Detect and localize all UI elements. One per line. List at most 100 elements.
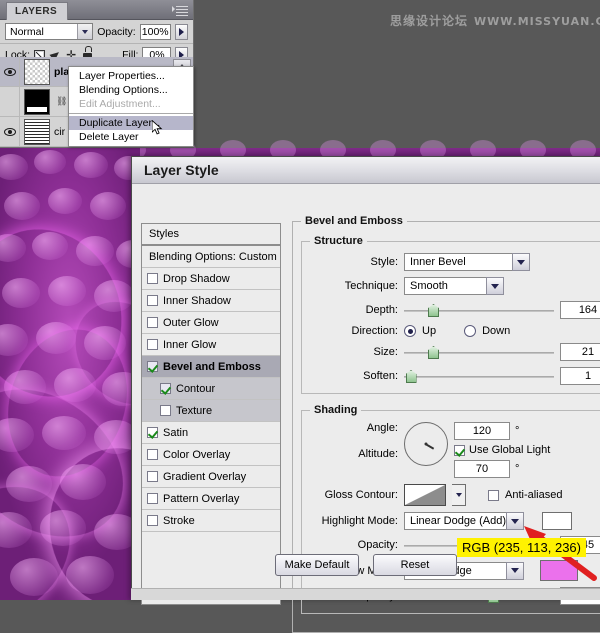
radio-direction-down[interactable] <box>464 325 476 337</box>
slider-knob[interactable] <box>406 370 417 383</box>
layer-thumbnail[interactable] <box>24 89 50 115</box>
style-label: Inner Glow <box>163 339 216 351</box>
technique-select[interactable]: Smooth <box>404 277 504 295</box>
styles-blending-options[interactable]: Blending Options: Custom <box>142 246 280 268</box>
menu-item-blending-options[interactable]: Blending Options... <box>69 83 193 97</box>
checkbox-inner-glow[interactable] <box>147 339 158 350</box>
styles-list-panel: Styles Blending Options: Custom Drop Sha… <box>141 223 281 605</box>
checkbox-inner-shadow[interactable] <box>147 295 158 306</box>
size-slider[interactable] <box>404 343 554 361</box>
chevron-down-icon[interactable] <box>512 253 530 271</box>
slider-track <box>404 376 554 378</box>
menu-item-duplicate-layer[interactable]: Duplicate Layer... <box>69 116 193 130</box>
size-value[interactable]: 21 <box>560 343 600 361</box>
checkbox-anti-aliased[interactable] <box>488 490 499 501</box>
layer-visibility-eye-icon[interactable] <box>0 57 20 87</box>
style-item-bevel-and-emboss[interactable]: Bevel and Emboss <box>142 356 280 378</box>
layer-thumbnail[interactable] <box>24 119 50 145</box>
style-label: Outer Glow <box>163 317 219 329</box>
layer-context-menu: Layer Properties... Blending Options... … <box>68 66 194 147</box>
opacity-value[interactable]: 100% <box>140 24 171 40</box>
panel-menu-icon[interactable] <box>172 4 188 15</box>
size-row: Size: 21 px <box>310 343 600 361</box>
blend-mode-select[interactable]: Normal <box>5 23 93 40</box>
size-label: Size: <box>310 346 398 358</box>
style-item-stroke[interactable]: Stroke <box>142 510 280 532</box>
canvas-artwork <box>0 148 140 600</box>
reset-button[interactable]: Reset <box>373 554 457 576</box>
direction-up-label: Up <box>422 325 436 337</box>
style-item-texture[interactable]: Texture <box>142 400 280 422</box>
direction-label: Direction: <box>310 325 398 337</box>
menu-item-delete-layer[interactable]: Delete Layer <box>69 130 193 144</box>
checkbox-pattern-overlay[interactable] <box>147 493 158 504</box>
style-item-outer-glow[interactable]: Outer Glow <box>142 312 280 334</box>
style-label: Style: <box>310 256 398 268</box>
dialog-title: Layer Style <box>132 157 600 184</box>
style-label: Contour <box>176 383 215 395</box>
technique-label: Technique: <box>310 280 398 292</box>
altitude-label: Altitude: <box>310 448 398 460</box>
style-item-color-overlay[interactable]: Color Overlay <box>142 444 280 466</box>
slider-track <box>404 310 554 312</box>
chevron-down-icon[interactable] <box>77 24 92 39</box>
style-item-gradient-overlay[interactable]: Gradient Overlay <box>142 466 280 488</box>
technique-row: Technique: Smooth <box>310 277 600 295</box>
checkbox-satin[interactable] <box>147 427 158 438</box>
checkbox-texture[interactable] <box>160 405 171 416</box>
style-select[interactable]: Inner Bevel <box>404 253 530 271</box>
gloss-contour-preview[interactable] <box>404 484 446 506</box>
chevron-down-icon[interactable] <box>486 277 504 295</box>
menu-item-layer-properties[interactable]: Layer Properties... <box>69 69 193 83</box>
checkbox-stroke[interactable] <box>147 515 158 526</box>
layer-thumbnail[interactable] <box>24 59 50 85</box>
dialog-status-bar <box>131 588 600 600</box>
depth-row: Depth: 164 % <box>310 301 600 319</box>
style-label: Color Overlay <box>163 449 230 461</box>
soften-slider[interactable] <box>404 367 554 385</box>
structure-group: Structure Style: Inner Bevel Technique: … <box>301 235 600 394</box>
style-item-inner-glow[interactable]: Inner Glow <box>142 334 280 356</box>
soften-value[interactable]: 1 <box>560 367 600 385</box>
make-default-button[interactable]: Make Default <box>275 554 359 576</box>
tab-layers[interactable]: LAYERS <box>6 2 68 20</box>
angle-value[interactable]: 120 <box>454 422 510 440</box>
checkbox-drop-shadow[interactable] <box>147 273 158 284</box>
style-item-contour[interactable]: Contour <box>142 378 280 400</box>
style-item-satin[interactable]: Satin <box>142 422 280 444</box>
annotation-rgb-label: RGB (235, 113, 236) <box>457 538 586 557</box>
style-item-pattern-overlay[interactable]: Pattern Overlay <box>142 488 280 510</box>
style-row: Style: Inner Bevel <box>310 253 600 271</box>
angle-dial[interactable] <box>404 422 448 466</box>
checkbox-bevel-and-emboss[interactable] <box>147 361 158 372</box>
bevel-and-emboss-legend: Bevel and Emboss <box>301 215 407 227</box>
depth-slider[interactable] <box>404 301 554 319</box>
checkbox-gradient-overlay[interactable] <box>147 471 158 482</box>
layer-name: cir <box>54 126 65 138</box>
layers-blend-row: Normal Opacity: 100% <box>0 20 193 44</box>
radio-direction-up[interactable] <box>404 325 416 337</box>
checkbox-use-global-light[interactable] <box>454 445 465 456</box>
slider-knob[interactable] <box>428 304 439 317</box>
layer-link-chain-icon[interactable]: ⛓ <box>56 96 67 107</box>
direction-row: Direction: Up Down <box>310 325 600 337</box>
layer-visibility-eye-icon[interactable] <box>0 87 20 117</box>
checkbox-color-overlay[interactable] <box>147 449 158 460</box>
menu-item-edit-adjustment: Edit Adjustment... <box>69 97 193 111</box>
layer-visibility-eye-icon[interactable] <box>0 117 20 147</box>
altitude-value[interactable]: 70 <box>454 460 510 478</box>
highlight-mode-label: Highlight Mode: <box>310 515 398 527</box>
depth-label: Depth: <box>310 304 398 316</box>
highlight-mode-select[interactable]: Linear Dodge (Add) <box>404 512 524 530</box>
angle-label: Angle: <box>310 422 398 434</box>
checkbox-outer-glow[interactable] <box>147 317 158 328</box>
style-item-drop-shadow[interactable]: Drop Shadow <box>142 268 280 290</box>
depth-value[interactable]: 164 <box>560 301 600 319</box>
opacity-slider-arrow-icon[interactable] <box>175 24 188 40</box>
style-item-inner-shadow[interactable]: Inner Shadow <box>142 290 280 312</box>
gloss-contour-dropdown-icon[interactable] <box>452 484 466 506</box>
dial-center <box>425 443 428 446</box>
slider-knob[interactable] <box>428 346 439 359</box>
style-label: Inner Shadow <box>163 295 231 307</box>
checkbox-contour[interactable] <box>160 383 171 394</box>
